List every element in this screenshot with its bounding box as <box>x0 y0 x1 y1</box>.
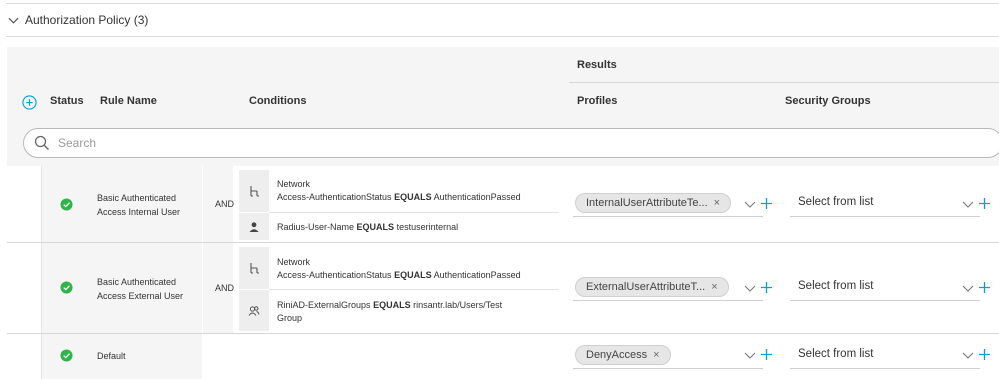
policy-row: Default DenyAccess × Select from list <box>7 334 999 379</box>
remove-icon[interactable]: × <box>653 349 659 361</box>
search-box <box>23 128 999 158</box>
check-circle-icon[interactable] <box>60 198 73 211</box>
security-group-selector[interactable]: Select from list <box>790 343 980 369</box>
rule-name-line: Access Internal User <box>97 207 181 217</box>
profile-chip: ExternalUserAttributeT... × <box>575 277 729 297</box>
add-security-group-icon[interactable] <box>978 281 991 294</box>
chevron-down-icon[interactable] <box>744 198 756 210</box>
security-group-selector[interactable]: Select from list <box>790 191 980 217</box>
condition-item[interactable]: Network Access-AuthenticationStatus EQUA… <box>239 170 569 212</box>
chevron-down-icon <box>8 17 19 24</box>
condition-icon-box <box>239 170 269 212</box>
add-security-group-icon[interactable] <box>978 197 991 210</box>
profiles-column-header: Profiles <box>577 95 618 107</box>
search-icon <box>34 135 49 150</box>
rule-name-line: Basic Authenticated <box>97 193 177 203</box>
condition-value: testuserinternal <box>396 222 459 232</box>
policy-row: Basic Authenticated Access Internal User… <box>7 166 999 243</box>
add-security-group-icon[interactable] <box>978 348 991 361</box>
conditions-column-header: Conditions <box>249 95 307 107</box>
table-header: Results Status Rule Name Conditions Prof… <box>7 47 999 120</box>
condition-attribute: RiniAD-ExternalGroups <box>277 300 371 310</box>
profile-chip-label: InternalUserAttributeTe... <box>586 197 708 209</box>
condition-operator-equals: EQUALS <box>394 192 432 202</box>
profile-chip: DenyAccess × <box>575 345 671 365</box>
remove-icon[interactable]: × <box>714 197 720 209</box>
row-drag-area[interactable] <box>7 166 42 243</box>
condition-operator-equals: EQUALS <box>373 300 411 310</box>
condition-attribute: Access-AuthenticationStatus <box>277 192 392 202</box>
add-rule-icon[interactable] <box>22 95 37 110</box>
condition-icon-box <box>239 247 269 289</box>
network-tree-icon <box>250 186 259 197</box>
network-tree-icon <box>250 263 259 274</box>
condition-icon-box <box>239 213 269 240</box>
check-circle-icon[interactable] <box>60 349 73 362</box>
chevron-down-icon[interactable] <box>962 282 974 294</box>
add-profile-icon[interactable] <box>760 348 773 361</box>
profile-chip: InternalUserAttributeTe... × <box>575 193 732 213</box>
profile-selector[interactable]: InternalUserAttributeTe... × <box>573 191 763 217</box>
chevron-down-icon[interactable] <box>744 349 756 361</box>
section-divider <box>6 36 999 37</box>
condition-value: AuthenticationPassed <box>433 192 521 202</box>
condition-item[interactable]: Radius-User-Name EQUALS testuserinternal <box>239 213 569 240</box>
condition-text: Network Access-AuthenticationStatus EQUA… <box>277 178 521 204</box>
security-group-selector[interactable]: Select from list <box>790 275 980 301</box>
remove-icon[interactable]: × <box>711 281 717 293</box>
rule-name-line: Default <box>97 351 126 361</box>
results-header: Results <box>577 59 617 71</box>
top-divider <box>6 3 999 4</box>
chevron-down-icon[interactable] <box>962 198 974 210</box>
rule-name-column-header[interactable]: Rule Name <box>100 95 157 107</box>
condition-value-continued: Group <box>277 313 303 323</box>
condition-item[interactable]: Network Access-AuthenticationStatus EQUA… <box>239 247 569 289</box>
add-profile-icon[interactable] <box>760 281 773 294</box>
condition-text: Network Access-AuthenticationStatus EQUA… <box>277 256 521 282</box>
condition-text: RiniAD-ExternalGroups EQUALS rinsantr.la… <box>277 299 502 325</box>
condition-operator: AND <box>215 199 235 209</box>
condition-attribute: Radius-User-Name <box>277 222 355 232</box>
profile-selector[interactable]: DenyAccess × <box>573 343 763 369</box>
user-icon <box>249 221 259 232</box>
status-column-header: Status <box>50 95 84 107</box>
check-circle-icon[interactable] <box>60 281 73 294</box>
profile-chip-label: DenyAccess <box>586 349 648 361</box>
condition-item[interactable]: RiniAD-ExternalGroups EQUALS rinsantr.la… <box>239 290 569 331</box>
rule-name[interactable]: Default <box>97 349 126 363</box>
search-input[interactable] <box>58 136 658 150</box>
condition-value: AuthenticationPassed <box>433 270 521 280</box>
results-divider <box>569 82 999 83</box>
security-groups-column-header: Security Groups <box>785 95 871 107</box>
rule-name[interactable]: Basic Authenticated Access External User <box>97 275 183 303</box>
security-group-placeholder: Select from list <box>798 280 874 292</box>
rule-name-line: Access External User <box>97 291 184 301</box>
profile-selector[interactable]: ExternalUserAttributeT... × <box>573 275 763 301</box>
rule-name-line: Basic Authenticated <box>97 277 177 287</box>
condition-operator: AND <box>215 283 235 293</box>
condition-operator-equals: EQUALS <box>394 270 432 280</box>
condition-dictionary: Network <box>277 179 311 189</box>
condition-icon-box <box>239 290 269 331</box>
condition-dictionary: Network <box>277 257 311 267</box>
profile-chip-label: ExternalUserAttributeT... <box>586 281 706 293</box>
condition-attribute: Access-AuthenticationStatus <box>277 270 392 280</box>
section-title: Authorization Policy (3) <box>25 13 149 27</box>
row-drag-area[interactable] <box>7 334 42 379</box>
condition-operator-equals: EQUALS <box>356 222 395 232</box>
security-group-placeholder: Select from list <box>798 196 874 208</box>
policy-row: Basic Authenticated Access External User… <box>7 243 999 334</box>
chevron-down-icon[interactable] <box>962 349 974 361</box>
condition-value: rinsantr.lab/Users/Test <box>413 300 503 310</box>
authorization-policy-toggle[interactable]: Authorization Policy (3) <box>8 13 148 27</box>
row-drag-area[interactable] <box>7 243 42 334</box>
security-group-placeholder: Select from list <box>798 348 874 360</box>
condition-text: Radius-User-Name EQUALS testuserinternal <box>277 221 458 234</box>
rule-name[interactable]: Basic Authenticated Access Internal User <box>97 191 180 219</box>
search-bar <box>7 120 999 166</box>
add-profile-icon[interactable] <box>760 197 773 210</box>
chevron-down-icon[interactable] <box>744 282 756 294</box>
group-users-icon <box>248 305 260 316</box>
